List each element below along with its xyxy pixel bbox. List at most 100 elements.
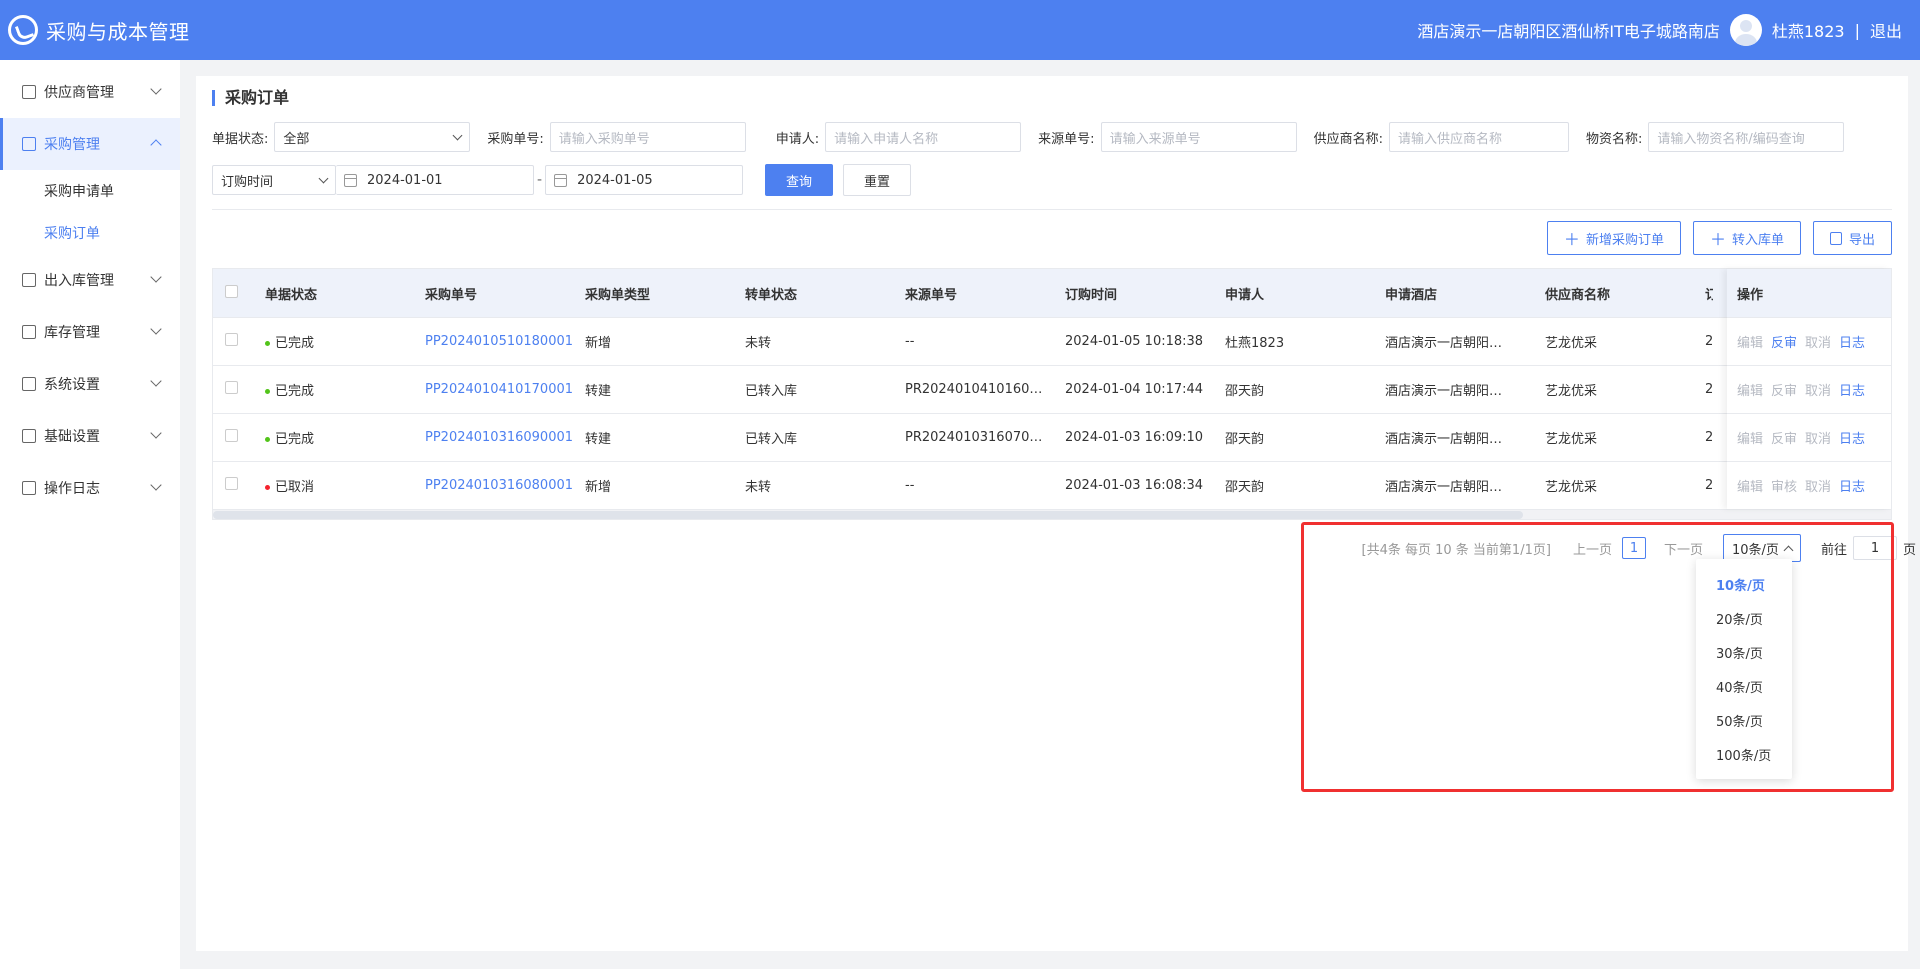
sidebar-item-system[interactable]: 系统设置	[0, 358, 180, 410]
status-text: 已完成	[275, 336, 315, 351]
query-button[interactable]: 查询	[765, 164, 834, 196]
row-checkbox[interactable]	[225, 333, 238, 346]
page-size-option[interactable]: 40条/页	[1696, 669, 1792, 703]
row-supplier: 艺龙优采	[1545, 432, 1598, 447]
avatar[interactable]	[1729, 14, 1762, 46]
table-row: 已完成 PP2024010510180001 新增 未转 -- 2024-01-…	[213, 317, 1891, 365]
sidebar-item-label: 供应商管理	[44, 85, 114, 101]
edit-link[interactable]: 编辑	[1737, 476, 1763, 495]
audit-link[interactable]: 审核	[1771, 476, 1797, 495]
order-no-input[interactable]: 请输入采购单号	[549, 122, 746, 152]
row-time: 2024-01-04 10:17:44	[1065, 382, 1204, 397]
sidebar: 供应商管理 采购管理 采购申请单 采购订单 出入库管理 库存管理 系统设置 基础…	[0, 60, 180, 969]
prev-page-button[interactable]: 上一页	[1573, 539, 1612, 558]
row-supplier: 艺龙优采	[1545, 480, 1598, 495]
add-order-button[interactable]: ＋ 新增采购订单	[1546, 221, 1681, 255]
log-link[interactable]: 日志	[1839, 332, 1865, 351]
cancel-link[interactable]: 取消	[1805, 332, 1831, 351]
date-start-value: 2024-01-01	[367, 172, 443, 188]
order-no-link[interactable]: PP2024010316090001	[425, 430, 585, 445]
page-size-option[interactable]: 30条/页	[1696, 635, 1792, 669]
header-applicant: 申请人	[1225, 287, 1265, 303]
row-applicant: 邵天韵	[1225, 384, 1265, 399]
reset-button[interactable]: 重置	[843, 164, 912, 196]
header-status: 单据状态	[265, 287, 318, 303]
page-number-current[interactable]: 1	[1621, 537, 1646, 559]
sidebar-subitem-purchase-request[interactable]: 采购申请单	[0, 170, 180, 212]
scrollbar-thumb[interactable]	[213, 511, 1523, 519]
add-order-label: 新增采购订单	[1585, 232, 1664, 248]
edit-link[interactable]: 编辑	[1737, 332, 1763, 351]
select-all-checkbox[interactable]	[225, 284, 238, 298]
header-type: 采购单类型	[585, 287, 651, 303]
status-select[interactable]: 全部	[274, 122, 471, 152]
row-checkbox[interactable]	[225, 429, 238, 442]
order-no-link[interactable]: PP2024010410170001	[425, 382, 585, 397]
sidebar-item-basic[interactable]: 基础设置	[0, 410, 180, 462]
supplier-input[interactable]: 请输入供应商名称	[1388, 122, 1569, 152]
main-panel: 采购订单 单据状态: 全部 采购单号: 请输入采购单号 申请人: 请输入申请人名…	[196, 76, 1916, 951]
page-size-option[interactable]: 20条/页	[1696, 601, 1792, 635]
status-select-value: 全部	[283, 131, 310, 147]
page-size-select[interactable]: 10条/页	[1722, 534, 1801, 562]
cancel-link[interactable]: 取消	[1805, 476, 1831, 495]
sidebar-item-inventory[interactable]: 库存管理	[0, 306, 180, 358]
store-name[interactable]: 酒店演示一店朝阳区酒仙桥IT电子城路南店	[1417, 18, 1720, 42]
logo: 采购与成本管理	[8, 15, 190, 45]
export-button[interactable]: 导出	[1812, 221, 1892, 255]
order-no-link[interactable]: PP2024010510180001	[425, 334, 585, 349]
page-size-option[interactable]: 10条/页	[1696, 567, 1792, 601]
sidebar-item-label: 基础设置	[44, 429, 100, 445]
supplier-icon	[22, 85, 36, 99]
material-input[interactable]: 请输入物资名称/编码查询	[1648, 122, 1845, 152]
header-checkbox-cell	[213, 284, 265, 302]
reverse-audit-link[interactable]: 反审	[1771, 332, 1797, 351]
log-link[interactable]: 日志	[1839, 428, 1865, 447]
page-size-option[interactable]: 100条/页	[1696, 737, 1792, 771]
row-type: 转建	[585, 384, 612, 399]
date-type-select[interactable]: 订购时间	[212, 165, 336, 195]
log-link[interactable]: 日志	[1839, 380, 1865, 399]
page-size-option[interactable]: 50条/页	[1696, 703, 1792, 737]
supplier-label: 供应商名称:	[1313, 131, 1383, 147]
save-icon	[1829, 231, 1842, 245]
row-transfer: 未转	[745, 480, 772, 495]
status-text: 已完成	[275, 384, 315, 399]
edit-link[interactable]: 编辑	[1737, 428, 1763, 447]
next-page-button[interactable]: 下一页	[1664, 539, 1703, 558]
goto-page-input[interactable]: 1	[1852, 536, 1897, 560]
sidebar-item-purchase[interactable]: 采购管理	[0, 118, 180, 170]
logout-link[interactable]: 退出	[1870, 18, 1902, 42]
sidebar-item-log[interactable]: 操作日志	[0, 462, 180, 514]
sidebar-item-label: 系统设置	[44, 377, 100, 393]
material-label: 物资名称:	[1585, 131, 1643, 147]
reverse-audit-link[interactable]: 反审	[1771, 428, 1797, 447]
row-operations: 编辑 审核 取消 日志	[1727, 461, 1891, 509]
source-no-input[interactable]: 请输入来源单号	[1100, 122, 1297, 152]
row-checkbox[interactable]	[225, 477, 238, 490]
cancel-link[interactable]: 取消	[1805, 428, 1831, 447]
row-checkbox[interactable]	[225, 381, 238, 394]
chevron-down-icon	[150, 479, 162, 491]
row-transfer: 已转入库	[745, 384, 798, 399]
user-name[interactable]: 杜燕1823	[1772, 18, 1845, 42]
row-time: 2024-01-03 16:09:10	[1065, 430, 1204, 445]
row-supplier: 艺龙优采	[1545, 384, 1598, 399]
date-end-input[interactable]: 2024-01-05	[545, 165, 744, 195]
transfer-button[interactable]: ＋ 转入库单	[1692, 221, 1801, 255]
order-no-link[interactable]: PP2024010316080001	[425, 478, 585, 493]
edit-link[interactable]: 编辑	[1737, 380, 1763, 399]
sidebar-subitem-purchase-order[interactable]: 采购订单	[0, 212, 180, 254]
reverse-audit-link[interactable]: 反审	[1771, 380, 1797, 399]
status-dot	[265, 485, 270, 490]
sidebar-item-inout[interactable]: 出入库管理	[0, 254, 180, 306]
operation-column: 操作 编辑 反审 取消 日志 编辑 反审 取消 日志 编辑 反审 取消 日志 编…	[1727, 269, 1891, 509]
row-type: 新增	[585, 480, 612, 495]
log-link[interactable]: 日志	[1839, 476, 1865, 495]
applicant-input[interactable]: 请输入申请人名称	[825, 122, 1022, 152]
sidebar-item-supplier[interactable]: 供应商管理	[0, 66, 180, 118]
chevron-up-icon	[1783, 545, 1794, 555]
horizontal-scrollbar[interactable]	[213, 509, 1891, 519]
date-start-input[interactable]: 2024-01-01	[336, 165, 534, 195]
cancel-link[interactable]: 取消	[1805, 380, 1831, 399]
